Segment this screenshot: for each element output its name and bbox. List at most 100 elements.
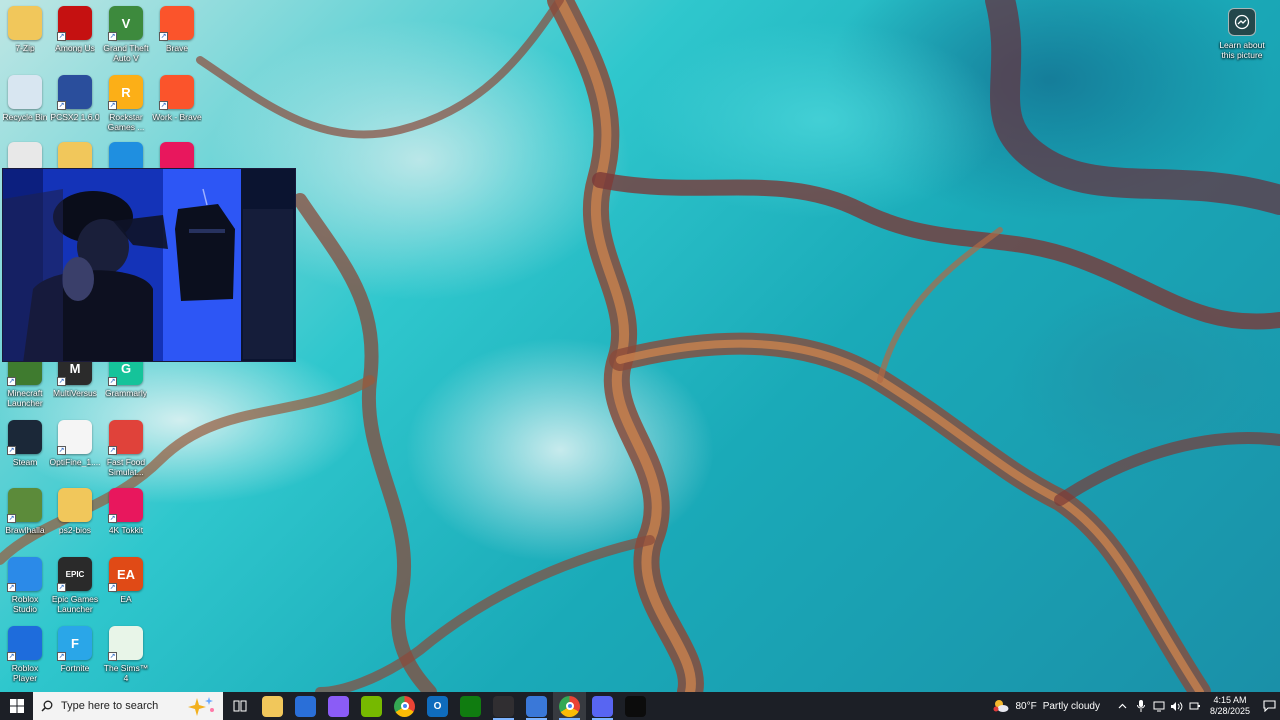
taskbar-terminal[interactable] [619, 692, 652, 720]
notification-center-button[interactable] [1258, 692, 1280, 720]
desktop-icon-brawlhalla[interactable]: ↗ Brawlhalla [0, 488, 50, 556]
search-placeholder: Type here to search [61, 700, 159, 712]
microsoft-store-icon [295, 695, 316, 717]
taskbar-xbox[interactable] [454, 692, 487, 720]
taskbar-apps: O [223, 692, 652, 720]
volume-tray-button[interactable] [1169, 692, 1185, 720]
desktop-icon-label: Work - Brave [152, 112, 202, 122]
chevron-up-icon [1119, 703, 1127, 709]
taskbar-microsoft-store[interactable] [289, 692, 322, 720]
weather-condition: Partly cloudy [1042, 700, 1100, 712]
weather-widget[interactable]: 80°F Partly cloudy [993, 699, 1100, 713]
shortcut-arrow-icon: ↗ [108, 101, 117, 110]
task-view-icon [229, 696, 250, 717]
desktop-icon-label: Epic Games Launcher [51, 594, 99, 614]
shortcut-arrow-icon: ↗ [57, 377, 66, 386]
desktop-icon-grand-theft-auto-v[interactable]: V ↗ Grand Theft Auto V [101, 6, 151, 74]
network-icon [1153, 701, 1165, 711]
network-tray-button[interactable] [1151, 692, 1167, 720]
desktop-icon-fortnite[interactable]: F ↗ Fortnite [50, 626, 100, 694]
desktop-icon-epic-games-launcher[interactable]: EPIC ↗ Epic Games Launcher [50, 557, 100, 625]
power-plug-icon [1189, 702, 1200, 710]
shortcut-arrow-icon: ↗ [57, 652, 66, 661]
desktop-icon-among-us[interactable]: ↗ Among Us [50, 6, 100, 74]
copilot-icon [328, 695, 349, 717]
desktop-icon-steam[interactable]: ↗ Steam [0, 420, 50, 488]
desktop-icon-work-brave[interactable]: ↗ Work - Brave [152, 75, 202, 143]
learn-about-label: Learn about this picture [1219, 40, 1265, 60]
start-button[interactable] [0, 692, 33, 720]
shortcut-arrow-icon: ↗ [7, 446, 16, 455]
discord-icon [592, 695, 613, 717]
microphone-icon [1136, 700, 1145, 712]
shortcut-arrow-icon: ↗ [57, 32, 66, 41]
shortcut-arrow-icon: ↗ [7, 514, 16, 523]
clock-time: 4:15 AM [1213, 695, 1247, 705]
recycle-bin-icon [8, 75, 42, 109]
chrome-alt-icon [559, 695, 580, 717]
shortcut-arrow-icon: ↗ [7, 377, 16, 386]
desktop-icon-ea[interactable]: EA ↗ EA [101, 557, 151, 625]
desktop-icon-7-zip[interactable]: 7-Zip [0, 6, 50, 74]
file-explorer-icon [262, 695, 283, 717]
taskbar-app-shield[interactable] [520, 692, 553, 720]
taskbar-chrome[interactable] [388, 692, 421, 720]
desktop-icon-the-sims-4[interactable]: ↗ The Sims™ 4 [101, 626, 151, 694]
desktop-icon-label: PCSX2 1.6.0 [50, 112, 100, 122]
search-highlight-icon [188, 697, 214, 716]
outlook-icon: O [427, 695, 448, 717]
taskbar-nvidia[interactable] [355, 692, 388, 720]
shortcut-arrow-icon: ↗ [108, 377, 117, 386]
desktop-icon-label: Recycle Bin [2, 112, 48, 122]
taskbar-discord[interactable] [586, 692, 619, 720]
desktop-icon-ps2-bios[interactable]: ps2-bios [50, 488, 100, 556]
ps2-bios-icon [58, 488, 92, 522]
taskbar-obs[interactable] [487, 692, 520, 720]
taskbar-chrome-alt[interactable] [553, 692, 586, 720]
desktop-icon-rockstar-games[interactable]: R ↗ Rockstar Games ... [101, 75, 151, 143]
desktop-icon-roblox-studio[interactable]: ↗ Roblox Studio [0, 557, 50, 625]
desktop-icon-optifine-1[interactable]: ↗ OptiFine_1.... [49, 420, 101, 488]
desktop-icon-roblox-player[interactable]: ↗ Roblox Player [0, 626, 50, 694]
taskbar-file-explorer[interactable] [256, 692, 289, 720]
microphone-tray-button[interactable] [1133, 692, 1149, 720]
shortcut-arrow-icon: ↗ [57, 583, 66, 592]
chrome-icon [394, 695, 415, 717]
desktop-icon-recycle-bin[interactable]: Recycle Bin [0, 75, 50, 143]
xbox-icon [460, 695, 481, 717]
shortcut-arrow-icon: ↗ [108, 32, 117, 41]
desktop-icon-brave[interactable]: ↗ Brave [152, 6, 202, 74]
shortcut-arrow-icon: ↗ [57, 446, 66, 455]
battery-tray-button[interactable] [1187, 692, 1203, 720]
desktop-icon-label: Brave [165, 43, 189, 53]
desktop-icon-label: Among Us [55, 43, 95, 53]
desktop-icon-fast-food-simulat[interactable]: ↗ Fast Food Simulat... [101, 420, 151, 488]
desktop-icon-label: Grammarly [104, 388, 148, 398]
desktop-icon-label: Brawlhalla [5, 525, 45, 535]
desktop-icon-label: Fast Food Simulat... [106, 457, 146, 477]
shortcut-arrow-icon: ↗ [108, 446, 117, 455]
shortcut-arrow-icon: ↗ [108, 514, 117, 523]
show-hidden-icons-button[interactable] [1115, 692, 1131, 720]
taskbar-search[interactable]: Type here to search [33, 692, 223, 720]
desktop-icon-label: Roblox Player [11, 663, 39, 683]
desktop-icon-pcsx2-1-6-0[interactable]: ↗ PCSX2 1.6.0 [50, 75, 100, 143]
taskbar-outlook[interactable]: O [421, 692, 454, 720]
search-icon [41, 700, 53, 712]
taskbar-task-view[interactable] [223, 692, 256, 720]
desktop-icon-label: 4K Tokkit [108, 525, 144, 535]
desktop-icon-label: EA [120, 594, 132, 604]
speaker-icon [1171, 701, 1183, 711]
7-zip-icon [8, 6, 42, 40]
desktop-icon-label: Minecraft Launcher [7, 388, 43, 408]
windows-logo-icon [9, 699, 24, 713]
terminal-icon [625, 695, 646, 717]
desktop-icon-label: OptiFine_1.... [49, 457, 101, 467]
desktop-icon-4k-tokkit[interactable]: ↗ 4K Tokkit [101, 488, 151, 556]
desktop-icon-label: Roblox Studio [11, 594, 39, 614]
learn-about-this-picture[interactable]: Learn about this picture [1214, 8, 1270, 68]
taskbar-clock[interactable]: 4:15 AM 8/28/2025 [1210, 695, 1250, 717]
desktop-icon-label: The Sims™ 4 [103, 663, 149, 683]
taskbar-copilot[interactable] [322, 692, 355, 720]
shortcut-arrow-icon: ↗ [7, 583, 16, 592]
